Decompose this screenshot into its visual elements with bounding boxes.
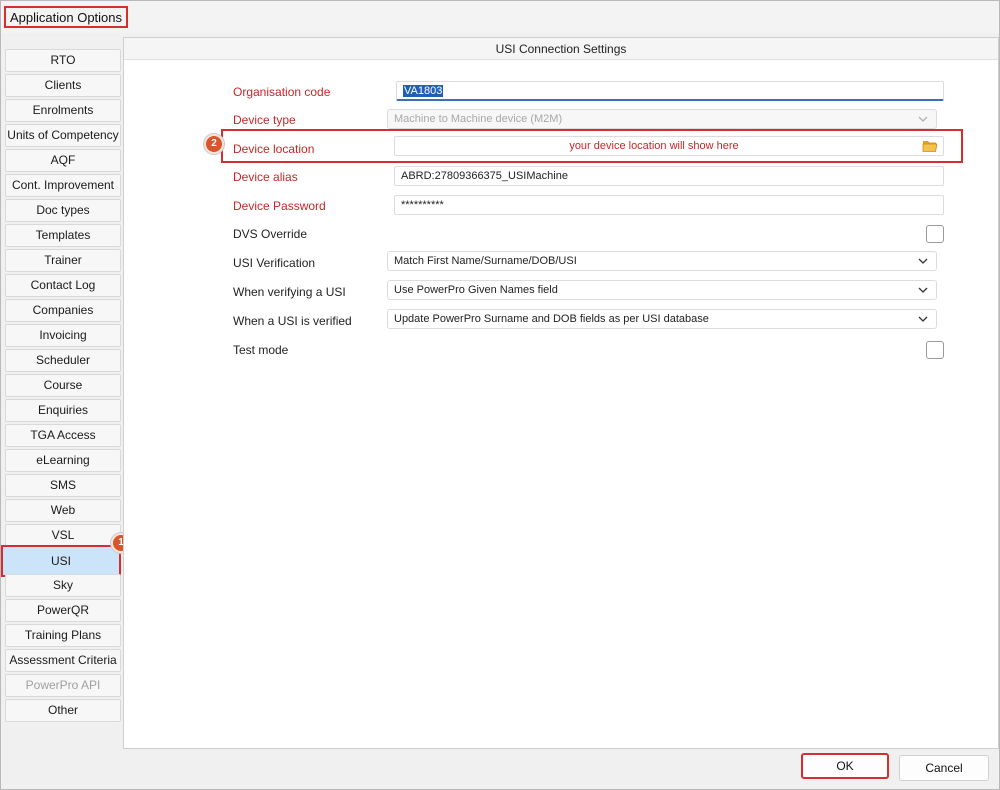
sidebar-item-trainer[interactable]: Trainer [5,249,121,272]
sidebar-item-label: Cont. Improvement [11,178,115,192]
sidebar-item-label: Web [50,503,76,517]
chevron-down-icon [918,116,928,122]
step-badge-2: 2 [204,134,224,154]
sidebar-item-label: SMS [49,478,76,492]
device-location-input[interactable]: your device location will show here [394,136,944,156]
dvs-override-label: DVS Override [233,227,308,241]
when-verified-select[interactable]: Update PowerPro Surname and DOB fields a… [387,309,937,329]
usi-verification-label: USI Verification [233,256,316,270]
sidebar-item-vsl[interactable]: VSL [5,524,121,547]
cancel-button[interactable]: Cancel [899,755,989,781]
test-mode-label: Test mode [233,343,289,357]
device-alias-label: Device alias [233,170,298,184]
sidebar-item-label: Templates [35,228,91,242]
sidebar-item-sms[interactable]: SMS [5,474,121,497]
sidebar-item-label: Units of Competency [7,128,119,142]
sidebar-item-other[interactable]: Other [5,699,121,722]
when-verified-label: When a USI is verified [233,314,352,328]
organisation-code-input[interactable]: VA1803 [396,81,944,101]
sidebar-item-label: PowerQR [36,603,89,617]
sidebar-item-powerqr[interactable]: PowerQR [5,599,121,622]
panel-header: USI Connection Settings [124,38,998,60]
chevron-down-icon [918,258,928,264]
sidebar-item-label: Doc types [36,203,90,217]
sidebar-item-units-of-competency[interactable]: Units of Competency [5,124,121,147]
when-verifying-select[interactable]: Use PowerPro Given Names field [387,280,937,300]
sidebar-item-doc-types[interactable]: Doc types [5,199,121,222]
sidebar-item-label: TGA Access [30,428,96,442]
sidebar-item-invoicing[interactable]: Invoicing [5,324,121,347]
sidebar-item-label: Trainer [44,253,82,267]
application-options-window: Application Options RTO Clients Enrolments… [0,0,1000,790]
sidebar-item-sky[interactable]: Sky [5,574,121,597]
device-location-label: Device location [233,142,315,156]
folder-open-icon[interactable] [922,139,938,153]
sidebar-item-label: Course [43,378,83,392]
when-verifying-label: When verifying a USI [233,285,346,299]
sidebar-item-scheduler[interactable]: Scheduler [5,349,121,372]
when-verified-value: Update PowerPro Surname and DOB fields a… [394,313,709,325]
sidebar-item-aqf[interactable]: AQF [5,149,121,172]
device-type-value: Machine to Machine device (M2M) [394,113,563,125]
sidebar-item-cont-improvement[interactable]: Cont. Improvement [5,174,121,197]
sidebar-item-label: Assessment Criteria [9,653,117,667]
organisation-code-label: Organisation code [233,85,331,99]
sidebar-item-label: eLearning [36,453,90,467]
usi-settings-panel: USI Connection Settings Organisation cod… [123,37,999,749]
sidebar-item-label: AQF [50,153,76,167]
chevron-down-icon [918,316,928,322]
sidebar-item-enquiries[interactable]: Enquiries [5,399,121,422]
usi-verification-select[interactable]: Match First Name/Surname/DOB/USI [387,251,937,271]
ok-button[interactable]: OK [801,753,889,779]
sidebar-item-label: Invoicing [39,328,87,342]
device-type-label: Device type [233,113,296,127]
device-password-label: Device Password [233,199,326,213]
sidebar-item-label: Enquiries [37,403,89,417]
sidebar-item-templates[interactable]: Templates [5,224,121,247]
sidebar-item-label: RTO [50,53,76,67]
dvs-override-checkbox[interactable] [926,225,944,243]
sidebar-item-label: Other [47,703,78,717]
sidebar-item-label: Training Plans [24,628,102,642]
sidebar-item-assessment-criteria[interactable]: Assessment Criteria [5,649,121,672]
sidebar-item-label: Companies [32,303,94,317]
chevron-down-icon [918,287,928,293]
device-alias-input[interactable]: ABRD:27809366375_USIMachine [394,166,944,186]
sidebar-item-label: VSL [51,528,75,542]
sidebar-item-label: PowerPro API [25,678,101,692]
sidebar-item-companies[interactable]: Companies [5,299,121,322]
device-password-input[interactable]: ********** [394,195,944,215]
sidebar-item-elearning[interactable]: eLearning [5,449,121,472]
sidebar-item-label: Enrolments [32,103,94,117]
sidebar-item-course[interactable]: Course [5,374,121,397]
sidebar-item-usi[interactable]: USI [1,545,121,577]
device-type-select: Machine to Machine device (M2M) [387,109,937,129]
when-verifying-value: Use PowerPro Given Names field [394,284,558,296]
sidebar-item-label: Contact Log [30,278,96,292]
title-bar: Application Options [1,1,999,33]
window-title: Application Options [4,6,129,28]
sidebar-item-training-plans[interactable]: Training Plans [5,624,121,647]
sidebar-item-clients[interactable]: Clients [5,74,121,97]
sidebar-item-label: Clients [44,78,82,92]
sidebar-item-label: USI [50,554,71,568]
sidebar-item-enrolments[interactable]: Enrolments [5,99,121,122]
options-sidebar: RTO Clients Enrolments Units of Competency A… [1,45,131,749]
sidebar-item-rto[interactable]: RTO [5,49,121,72]
sidebar-item-tga-access[interactable]: TGA Access [5,424,121,447]
device-location-value: your device location will show here [569,140,739,152]
sidebar-item-contact-log[interactable]: Contact Log [5,274,121,297]
test-mode-checkbox[interactable] [926,341,944,359]
organisation-code-value: VA1803 [403,85,444,97]
sidebar-item-web[interactable]: Web [5,499,121,522]
sidebar-item-label: Scheduler [35,353,91,367]
usi-verification-value: Match First Name/Surname/DOB/USI [394,255,577,267]
sidebar-item-label: Sky [52,578,73,592]
sidebar-item-powerpro-api: PowerPro API [5,674,121,697]
